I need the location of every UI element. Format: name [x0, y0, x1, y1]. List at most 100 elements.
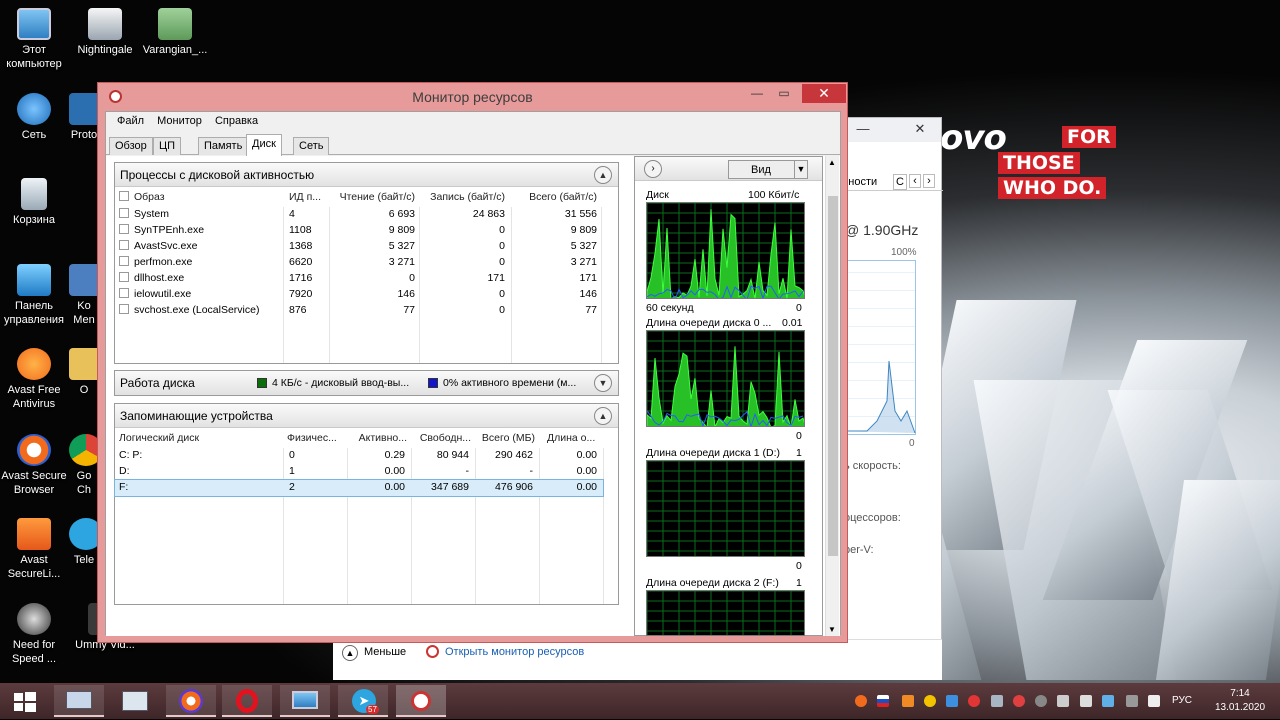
taskbar-app-keyboard[interactable]	[54, 685, 104, 717]
desktop-icon-control-panel[interactable]: Панель управления	[0, 264, 70, 327]
flag-icon[interactable]	[1148, 695, 1160, 707]
desktop-icon-varangian[interactable]: Varangian_...	[139, 8, 211, 57]
clock[interactable]: 7:14 13.01.2020	[1205, 687, 1275, 715]
table-row[interactable]: svchost.exe (LocalService) 876 77 0 77	[115, 303, 618, 319]
close-button[interactable]: ✕	[802, 84, 846, 103]
table-row[interactable]: dllhost.exe 1716 0 171 171	[115, 271, 618, 287]
taskbar-app-explorer[interactable]	[280, 685, 330, 717]
tray-app-icon[interactable]	[1035, 695, 1047, 707]
tray-app-icon[interactable]	[1013, 695, 1025, 707]
desktop-icon-o[interactable]: O	[69, 348, 99, 397]
select-all-checkbox[interactable]	[119, 191, 129, 201]
tab-cpu[interactable]: ЦП	[153, 137, 182, 155]
scroll-up-icon[interactable]: ▲	[828, 158, 836, 167]
menu-monitor[interactable]: Монитор	[152, 112, 207, 127]
tab-memory[interactable]: Память	[198, 137, 249, 155]
desktop-icon-avast-secureline[interactable]: Avast SecureLi...	[0, 518, 70, 581]
column-logical-disk[interactable]: Логический диск	[119, 432, 199, 444]
taskbar-app-opera[interactable]	[222, 685, 272, 717]
panel-header[interactable]: Запоминающие устройства ▲	[115, 404, 618, 428]
menu-file[interactable]: Файл	[112, 112, 149, 127]
taskbar-app-telegram[interactable]: ➤ 57	[338, 685, 388, 717]
tab-disk[interactable]: Диск	[246, 134, 282, 156]
tray-app-icon[interactable]	[1102, 695, 1114, 707]
collapse-icon[interactable]: ▲	[342, 645, 358, 661]
column-total[interactable]: Всего (МБ)	[475, 432, 535, 444]
desktop-icon-proto[interactable]: Proto	[69, 93, 99, 142]
action-center-icon[interactable]	[1126, 695, 1138, 707]
column-active[interactable]: Активно...	[351, 432, 407, 444]
row-checkbox[interactable]	[119, 208, 129, 218]
avast-tray-icon[interactable]	[855, 695, 867, 707]
start-button[interactable]	[0, 685, 50, 717]
column-free[interactable]: Свободн...	[413, 432, 471, 444]
table-row[interactable]: SynTPEnh.exe 1108 9 809 0 9 809	[115, 223, 618, 239]
row-checkbox[interactable]	[119, 304, 129, 314]
row-checkbox[interactable]	[119, 256, 129, 266]
desktop-icon-this-pc[interactable]: Этот компьютер	[0, 8, 70, 71]
desktop-icon-nightingale[interactable]: Nightingale	[69, 8, 141, 57]
desktop-icon-nfs[interactable]: Need for Speed ...	[0, 603, 70, 666]
row-checkbox[interactable]	[119, 224, 129, 234]
column-queue[interactable]: Длина о...	[547, 432, 599, 444]
scroll-down-icon[interactable]: ▼	[828, 625, 836, 634]
minimize-icon[interactable]: —	[850, 118, 876, 140]
desktop-icon-recycle-bin[interactable]: Корзина	[0, 178, 70, 227]
power-icon[interactable]	[1080, 695, 1092, 707]
desktop-icon-komen[interactable]: Ko Men	[69, 264, 99, 327]
window-titlebar[interactable]: Монитор ресурсов — ▭ ✕	[98, 83, 847, 111]
tray-app-icon[interactable]	[991, 695, 1003, 707]
column-image[interactable]: Образ	[119, 191, 165, 203]
scrollbar-thumb[interactable]	[828, 196, 838, 556]
desktop-icon-avast-browser[interactable]: Avast Secure Browser	[0, 434, 70, 497]
row-checkbox[interactable]	[119, 272, 129, 282]
background-window[interactable]: — ✕ бности С ‹ › @ 1.90GHz 100% 0 ь скор…	[835, 117, 943, 680]
taskbar-app-task-manager[interactable]	[110, 685, 160, 717]
tab-scroll-right[interactable]: ›	[923, 174, 935, 188]
tray-app-icon[interactable]	[946, 695, 958, 707]
taskbar-app-resource-monitor[interactable]	[396, 685, 446, 717]
open-resource-monitor-link[interactable]: Открыть монитор ресурсов	[445, 646, 584, 658]
view-dropdown[interactable]: Вид ▼	[728, 160, 808, 179]
panel-header[interactable]: Работа диска 4 КБ/с - дисковый ввод-вы..…	[115, 371, 618, 395]
row-checkbox[interactable]	[119, 240, 129, 250]
column-read[interactable]: Чтение (байт/с)	[337, 191, 415, 203]
tab-network[interactable]: Сеть	[293, 137, 330, 155]
graph-scrollbar[interactable]: ▲ ▼	[825, 156, 839, 636]
tab-scroll-left[interactable]: ‹	[909, 174, 921, 188]
tray-app-icon[interactable]	[968, 695, 980, 707]
desktop-icon-gch[interactable]: Go Ch	[69, 434, 99, 497]
resource-monitor-window[interactable]: Монитор ресурсов — ▭ ✕ Файл Монитор Спра…	[97, 82, 848, 643]
column-total[interactable]: Всего (байт/с)	[513, 191, 597, 203]
collapse-icon[interactable]: ▲	[594, 407, 612, 425]
table-row[interactable]: perfmon.exe 6620 3 271 0 3 271	[115, 255, 618, 271]
collapse-icon[interactable]: ▲	[594, 166, 612, 184]
tab-next[interactable]: С	[893, 174, 907, 190]
table-row[interactable]: C: P: 0 0.29 80 944 290 462 0.00	[115, 448, 618, 464]
menu-help[interactable]: Справка	[210, 112, 263, 127]
language-indicator[interactable]: РУС	[1172, 695, 1192, 706]
flag-russia-icon[interactable]	[877, 695, 889, 707]
table-row[interactable]: System 4 6 693 24 863 31 556	[115, 207, 618, 223]
tab-overview[interactable]: Обзор	[109, 137, 153, 155]
column-physical[interactable]: Физичес...	[287, 432, 345, 444]
maximize-icon[interactable]: ▭	[771, 84, 797, 103]
table-row[interactable]: ielowutil.exe 7920 146 0 146	[115, 287, 618, 303]
minimize-icon[interactable]: —	[744, 84, 770, 103]
panel-header[interactable]: Процессы с дисковой активностью ▲	[115, 163, 618, 187]
expand-graphs-icon[interactable]: ›	[644, 160, 662, 178]
tray-app-icon[interactable]	[924, 695, 936, 707]
table-row[interactable]: AvastSvc.exe 1368 5 327 0 5 327	[115, 239, 618, 255]
row-checkbox[interactable]	[119, 288, 129, 298]
expand-icon[interactable]: ▼	[594, 374, 612, 392]
close-icon[interactable]: ✕	[898, 118, 942, 140]
taskbar-app-avast-browser[interactable]	[166, 685, 216, 717]
volume-icon[interactable]	[1057, 695, 1069, 707]
tray-app-icon[interactable]	[902, 695, 914, 707]
table-row[interactable]: D: 1 0.00 - - 0.00	[115, 464, 618, 480]
background-window-titlebar[interactable]: — ✕	[836, 118, 941, 142]
desktop-icon-avast-free[interactable]: Avast Free Antivirus	[0, 348, 70, 411]
column-pid[interactable]: ИД п...	[289, 191, 331, 203]
desktop-icon-network[interactable]: Сеть	[0, 93, 70, 142]
desktop-icon-telegram[interactable]: Tele	[69, 518, 99, 567]
